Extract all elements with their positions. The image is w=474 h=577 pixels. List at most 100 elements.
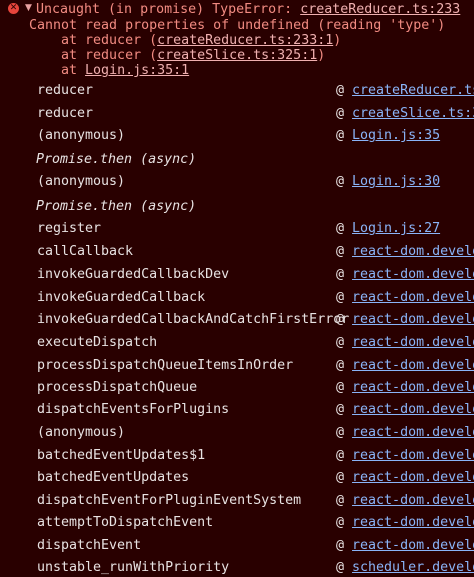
stack-frame-source-link[interactable]: react-dom.develop bbox=[352, 290, 474, 305]
devtools-console: ✕ ▼ Uncaught (in promise) TypeError: cre… bbox=[0, 0, 474, 577]
stack-frame-row: Promise.then (async) bbox=[0, 149, 474, 171]
stack-frame-function: invokeGuardedCallback bbox=[37, 290, 206, 305]
stack-frame-location: @ createSlice.ts:32 bbox=[336, 105, 474, 123]
stack-frame-function: dispatchEventsForPlugins bbox=[37, 402, 230, 417]
stack-frame-function: invokeGuardedCallbackDev bbox=[37, 267, 230, 282]
stack-frame-at-sign: @ bbox=[336, 560, 345, 575]
stack-frame-row: attemptToDispatchEvent @ react-dom.develo… bbox=[0, 512, 474, 534]
stack-frame-row: dispatchEventForPluginEventSystem @ react… bbox=[0, 490, 474, 512]
stack-frame-function: register bbox=[37, 221, 102, 236]
error-message-prefix: Uncaught (in promise) TypeError: bbox=[36, 2, 301, 17]
stack-line-2-suffix: ) bbox=[317, 48, 326, 63]
stack-frame-location: @ react-dom.develop bbox=[336, 266, 474, 284]
stack-frame-source-link[interactable]: scheduler.develo bbox=[352, 560, 474, 575]
stack-frame-source-link[interactable]: react-dom.develop bbox=[352, 425, 474, 440]
stack-frame-at-sign: @ bbox=[336, 493, 345, 508]
expand-triangle-icon[interactable]: ▼ bbox=[25, 3, 32, 14]
stack-frame-function: attemptToDispatchEvent bbox=[37, 515, 214, 530]
stack-frame-location: @ react-dom.develop bbox=[336, 424, 474, 442]
stack-frame-at-sign: @ bbox=[336, 290, 345, 305]
stack-frame-row: reducer @ createSlice.ts:32 bbox=[0, 103, 474, 125]
stack-frame-at-sign: @ bbox=[336, 128, 345, 143]
stack-frame-location: @ react-dom.develop bbox=[336, 243, 474, 261]
stack-frame-location: @ react-dom.develop bbox=[336, 334, 474, 352]
stack-frame-row: unstable_runWithPriority @ scheduler.deve… bbox=[0, 557, 474, 577]
stack-frame-source-link[interactable]: Login.js:27 bbox=[352, 221, 440, 236]
stack-frame-source-link[interactable]: react-dom.develop bbox=[352, 470, 474, 485]
stack-frame-location: @ react-dom.develop bbox=[336, 289, 474, 307]
stack-frame-at-sign: @ bbox=[336, 515, 345, 530]
error-message-line: Uncaught (in promise) TypeError: createR… bbox=[36, 2, 460, 17]
stack-frame-location: @ react-dom.develop bbox=[336, 469, 474, 487]
stack-frame-function: callCallback bbox=[37, 244, 134, 259]
stack-line-2-link[interactable]: createSlice.ts:325:1 bbox=[157, 48, 317, 63]
stack-line-1-link[interactable]: createReducer.ts:233:1 bbox=[157, 33, 333, 48]
stack-frame-at-sign: @ bbox=[336, 380, 345, 395]
stack-frame-row: dispatchEvent @ react-dom.develop bbox=[0, 535, 474, 557]
stack-frame-source-link[interactable]: react-dom.develop bbox=[352, 515, 474, 530]
stack-frame-source-link[interactable]: react-dom.develop bbox=[352, 312, 474, 327]
stack-frame-function: (anonymous) bbox=[37, 128, 126, 143]
stack-line-2-prefix: at reducer ( bbox=[29, 48, 158, 63]
stack-frame-at-sign: @ bbox=[336, 425, 345, 440]
stack-frame-row: reducer @ createReducer.ts:2 bbox=[0, 80, 474, 102]
stack-line-3-link[interactable]: Login.js:35:1 bbox=[85, 63, 189, 78]
stack-frame-source-link[interactable]: react-dom.develop bbox=[352, 380, 474, 395]
stack-frame-location: @ react-dom.develop bbox=[336, 401, 474, 419]
stack-frame-source-link[interactable]: Login.js:30 bbox=[352, 174, 440, 189]
stack-frame-location: @ react-dom.develop bbox=[336, 514, 474, 532]
stack-frame-at-sign: @ bbox=[336, 312, 345, 327]
stack-frame-row: processDispatchQueue @ react-dom.develop bbox=[0, 377, 474, 399]
stack-frame-at-sign: @ bbox=[336, 470, 345, 485]
stack-frame-source-link[interactable]: react-dom.develop bbox=[352, 448, 474, 463]
stack-frame-at-sign: @ bbox=[336, 402, 345, 417]
stack-frame-source-link[interactable]: react-dom.develop bbox=[352, 335, 474, 350]
stack-frame-at-sign: @ bbox=[336, 83, 345, 98]
stack-frame-location: @ react-dom.develop bbox=[336, 537, 474, 555]
stack-frame-function: batchedEventUpdates bbox=[37, 470, 190, 485]
stack-frame-row: callCallback @ react-dom.develop bbox=[0, 241, 474, 263]
stack-frame-at-sign: @ bbox=[336, 448, 345, 463]
stack-frame-function: dispatchEventForPluginEventSystem bbox=[37, 493, 302, 508]
stack-frame-location: @ react-dom.develop bbox=[336, 357, 474, 375]
error-source-link[interactable]: createReducer.ts:233 bbox=[300, 2, 460, 17]
stack-frame-function: processDispatchQueue bbox=[37, 380, 198, 395]
stack-frame-source-link[interactable]: react-dom.develop bbox=[352, 358, 474, 373]
stack-frame-source-link[interactable]: react-dom.develop bbox=[352, 402, 474, 417]
stack-frame-source-link[interactable]: createReducer.ts:2 bbox=[352, 83, 474, 98]
stack-frame-source-link[interactable]: react-dom.develop bbox=[352, 244, 474, 259]
stack-frame-function: unstable_runWithPriority bbox=[37, 560, 230, 575]
stack-frame-location: @ react-dom.develop bbox=[336, 447, 474, 465]
async-boundary-label: Promise.then (async) bbox=[36, 199, 197, 214]
stack-line-1: at reducer (createReducer.ts:233:1) bbox=[29, 33, 341, 48]
stack-frame-location: @ createReducer.ts:2 bbox=[336, 82, 474, 100]
stack-frame-row: (anonymous) @ Login.js:35 bbox=[0, 125, 474, 147]
stack-frame-source-link[interactable]: react-dom.develop bbox=[352, 493, 474, 508]
stack-frame-source-link[interactable]: Login.js:35 bbox=[352, 128, 440, 143]
stack-frame-row: invokeGuardedCallbackDev @ react-dom.deve… bbox=[0, 264, 474, 286]
async-boundary-label: Promise.then (async) bbox=[36, 152, 197, 167]
stack-frame-at-sign: @ bbox=[336, 244, 345, 259]
stack-frame-source-link[interactable]: createSlice.ts:32 bbox=[352, 106, 474, 121]
stack-line-3: at Login.js:35:1 bbox=[29, 63, 189, 78]
stack-frame-source-link[interactable]: react-dom.develop bbox=[352, 538, 474, 553]
stack-frame-source-link[interactable]: react-dom.develop bbox=[352, 267, 474, 282]
stack-frame-location: @ react-dom.develop bbox=[336, 379, 474, 397]
stack-frame-function: executeDispatch bbox=[37, 335, 158, 350]
